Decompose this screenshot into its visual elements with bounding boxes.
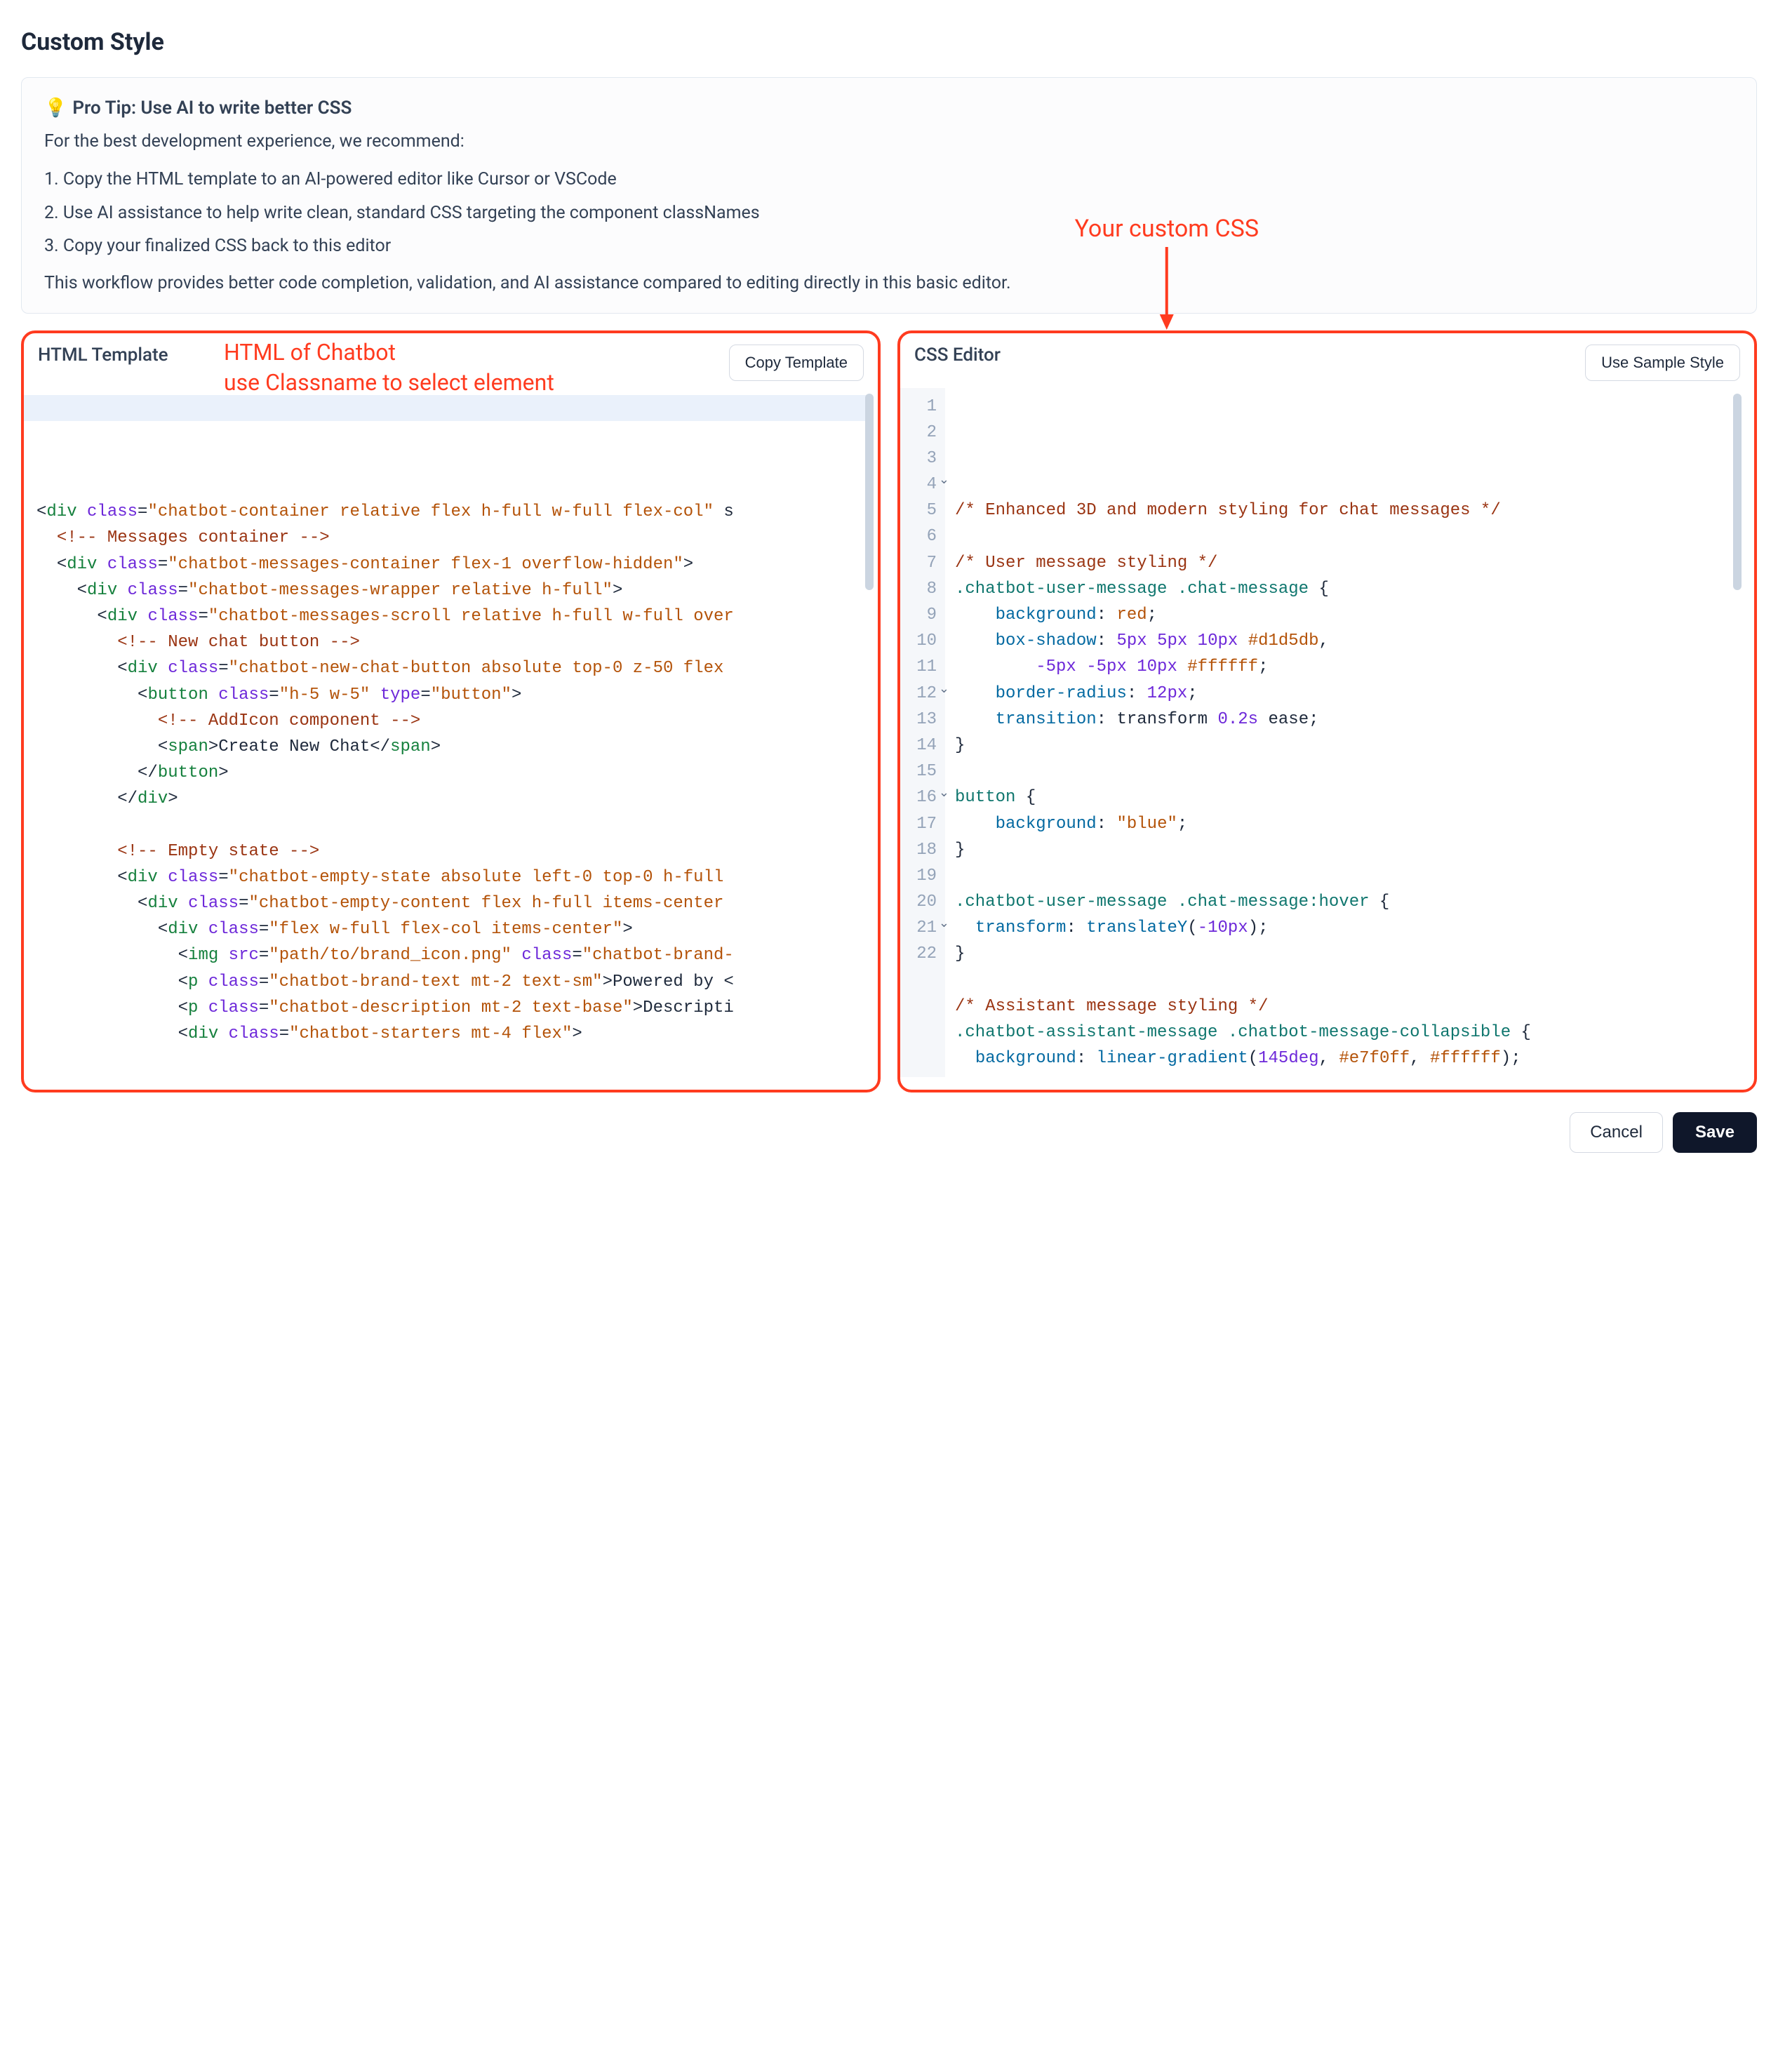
- pro-tip-heading: 💡 Pro Tip: Use AI to write better CSS: [44, 98, 1734, 119]
- pro-tip-heading-text: Pro Tip: Use AI to write better CSS: [72, 98, 352, 119]
- pro-tip-intro: For the best development experience, we …: [44, 131, 1734, 152]
- html-template-label: HTML Template: [38, 345, 168, 366]
- pro-tip-step: 2. Use AI assistance to help write clean…: [44, 196, 1734, 230]
- pro-tip-step: 1. Copy the HTML template to an AI-power…: [44, 163, 1734, 196]
- pro-tip-step: 3. Copy your finalized CSS back to this …: [44, 229, 1734, 263]
- html-template-panel: HTML of Chatbot use Classname to select …: [21, 330, 881, 1093]
- pro-tip-box: 💡 Pro Tip: Use AI to write better CSS Fo…: [21, 77, 1757, 314]
- lightbulb-icon: 💡: [44, 98, 67, 119]
- css-editor-label: CSS Editor: [914, 345, 1001, 366]
- use-sample-style-button[interactable]: Use Sample Style: [1585, 345, 1740, 381]
- pro-tip-steps: 1. Copy the HTML template to an AI-power…: [44, 163, 1734, 263]
- css-editor-panel: CSS Editor Use Sample Style 123456789101…: [897, 330, 1757, 1093]
- code-highlight-line: [900, 394, 1737, 420]
- editor-row: Your custom CSS HTML of Chatbot use Clas…: [21, 330, 1757, 1093]
- css-line-gutter: 12345678910111213141516171819202122: [900, 388, 945, 1078]
- save-button[interactable]: Save: [1673, 1112, 1757, 1153]
- scrollbar-thumb[interactable]: [1733, 394, 1742, 590]
- css-editor-code[interactable]: 12345678910111213141516171819202122 /* E…: [900, 388, 1754, 1090]
- page-title: Custom Style: [21, 28, 1757, 56]
- css-code-body[interactable]: /* Enhanced 3D and modern styling for ch…: [945, 388, 1746, 1078]
- cancel-button[interactable]: Cancel: [1570, 1112, 1663, 1153]
- pro-tip-footer: This workflow provides better code compl…: [44, 273, 1734, 293]
- code-highlight-line: [24, 395, 868, 421]
- action-bar: Cancel Save: [21, 1112, 1757, 1153]
- copy-template-button[interactable]: Copy Template: [729, 345, 864, 381]
- html-template-code[interactable]: <div class="chatbot-container relative f…: [24, 388, 878, 1090]
